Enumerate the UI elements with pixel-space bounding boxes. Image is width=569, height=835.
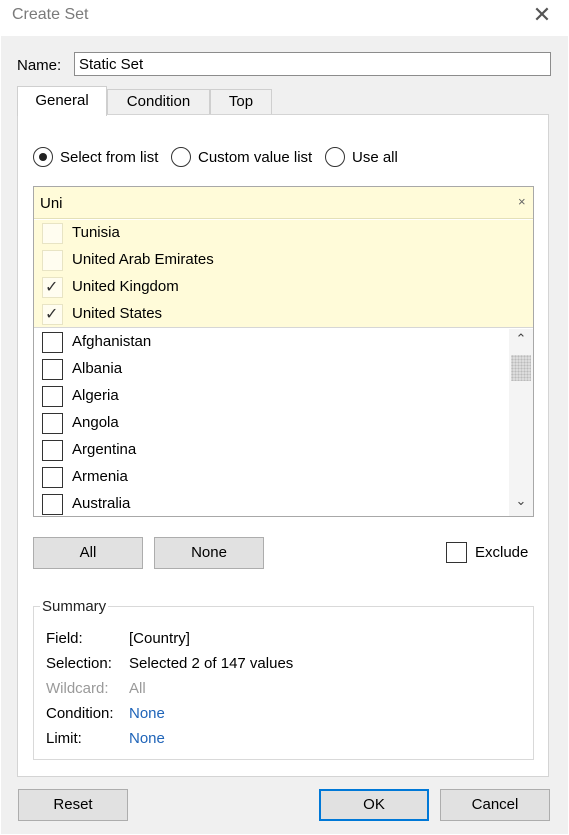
radio-button[interactable]	[33, 147, 53, 167]
list-item[interactable]: ✓ United States	[34, 301, 533, 328]
item-label: United Arab Emirates	[72, 251, 214, 268]
select-all-button[interactable]: All	[33, 537, 143, 569]
cancel-button[interactable]: Cancel	[440, 789, 550, 821]
checkbox[interactable]: ✓	[42, 304, 63, 325]
list-item[interactable]: ✓ United Kingdom	[34, 274, 533, 301]
item-label: Armenia	[72, 468, 128, 485]
item-label: Tunisia	[72, 224, 120, 241]
name-input[interactable]	[74, 52, 551, 76]
checkbox[interactable]: ✓	[42, 277, 63, 298]
checkbox[interactable]	[42, 223, 63, 244]
tab-condition[interactable]: Condition	[107, 89, 210, 115]
checkbox[interactable]	[42, 467, 63, 488]
radio-label: Use all	[352, 148, 398, 166]
summary-value: [Country]	[129, 630, 190, 647]
ok-button[interactable]: OK	[319, 789, 429, 821]
radio-custom-value-list[interactable]: Custom value list	[171, 147, 312, 167]
chevron-down-icon[interactable]: ⌄	[509, 493, 533, 515]
checkbox[interactable]	[42, 440, 63, 461]
item-label: Argentina	[72, 441, 137, 458]
exclude-checkbox[interactable]: Exclude	[446, 541, 528, 563]
checkbox[interactable]	[42, 359, 63, 380]
checkbox[interactable]	[42, 494, 63, 515]
search-input[interactable]	[40, 191, 500, 215]
radio-label: Custom value list	[198, 148, 313, 166]
summary-key: Selection:	[46, 655, 112, 672]
list-item[interactable]: Afghanistan	[34, 329, 509, 356]
close-icon[interactable]: ✕	[530, 4, 554, 28]
list-item[interactable]: Argentina	[34, 437, 509, 464]
name-label: Name:	[17, 57, 62, 74]
list-item[interactable]: Australia	[34, 491, 509, 518]
list-item[interactable]: Angola	[34, 410, 509, 437]
list-item[interactable]: Tunisia	[34, 220, 533, 247]
item-label: Albania	[72, 360, 123, 377]
all-values-list: Afghanistan Albania Algeria Angola Argen…	[34, 329, 509, 518]
checkbox[interactable]	[42, 413, 63, 434]
window-title: Create Set	[12, 6, 89, 23]
select-none-button[interactable]: None	[154, 537, 264, 569]
checkbox[interactable]	[42, 332, 63, 353]
summary-value: Selected 2 of 147 values	[129, 655, 294, 672]
item-label: United States	[72, 305, 163, 322]
radio-select-from-list[interactable]: Select from list	[33, 147, 158, 167]
item-label: Australia	[72, 495, 131, 512]
checkbox[interactable]	[446, 541, 467, 563]
summary-key: Limit:	[46, 730, 82, 747]
search-row: ×	[34, 187, 533, 219]
checkbox[interactable]	[42, 386, 63, 407]
tab-general[interactable]: General	[17, 86, 107, 116]
summary-key: Field:	[46, 630, 83, 647]
checkmark-icon: ✓	[45, 306, 59, 323]
reset-button[interactable]: Reset	[18, 789, 128, 821]
list-item[interactable]: Algeria	[34, 383, 509, 410]
radio-button[interactable]	[171, 147, 191, 167]
chevron-up-icon[interactable]: ⌃	[509, 331, 533, 353]
item-label: Angola	[72, 414, 119, 431]
condition-link[interactable]: None	[129, 705, 165, 722]
clear-search-icon[interactable]: ×	[518, 194, 526, 209]
list-item[interactable]: Armenia	[34, 464, 509, 491]
item-label: United Kingdom	[72, 278, 179, 295]
exclude-label: Exclude	[475, 543, 529, 561]
list-scrollbar[interactable]: ⌃ ⌄	[509, 329, 533, 516]
search-matches: Tunisia United Arab Emirates ✓ United Ki…	[34, 220, 533, 328]
tab-top[interactable]: Top	[210, 89, 272, 115]
item-label: Algeria	[72, 387, 119, 404]
radio-use-all[interactable]: Use all	[325, 147, 398, 167]
title-bar: Create Set ✕	[0, 0, 569, 32]
summary-key: Condition:	[46, 705, 114, 722]
summary-key: Wildcard:	[46, 680, 109, 697]
scroll-thumb[interactable]	[511, 355, 531, 381]
list-item[interactable]: Albania	[34, 356, 509, 383]
radio-label: Select from list	[60, 148, 159, 166]
checkbox[interactable]	[42, 250, 63, 271]
checkmark-icon: ✓	[45, 279, 59, 296]
radio-button[interactable]	[325, 147, 345, 167]
item-label: Afghanistan	[72, 333, 152, 350]
summary-title: Summary	[40, 598, 109, 615]
list-item[interactable]: United Arab Emirates	[34, 247, 533, 274]
value-listbox: × Tunisia United Arab Emirates ✓ United …	[33, 186, 534, 517]
limit-link[interactable]: None	[129, 730, 165, 747]
summary-value: All	[129, 680, 146, 697]
